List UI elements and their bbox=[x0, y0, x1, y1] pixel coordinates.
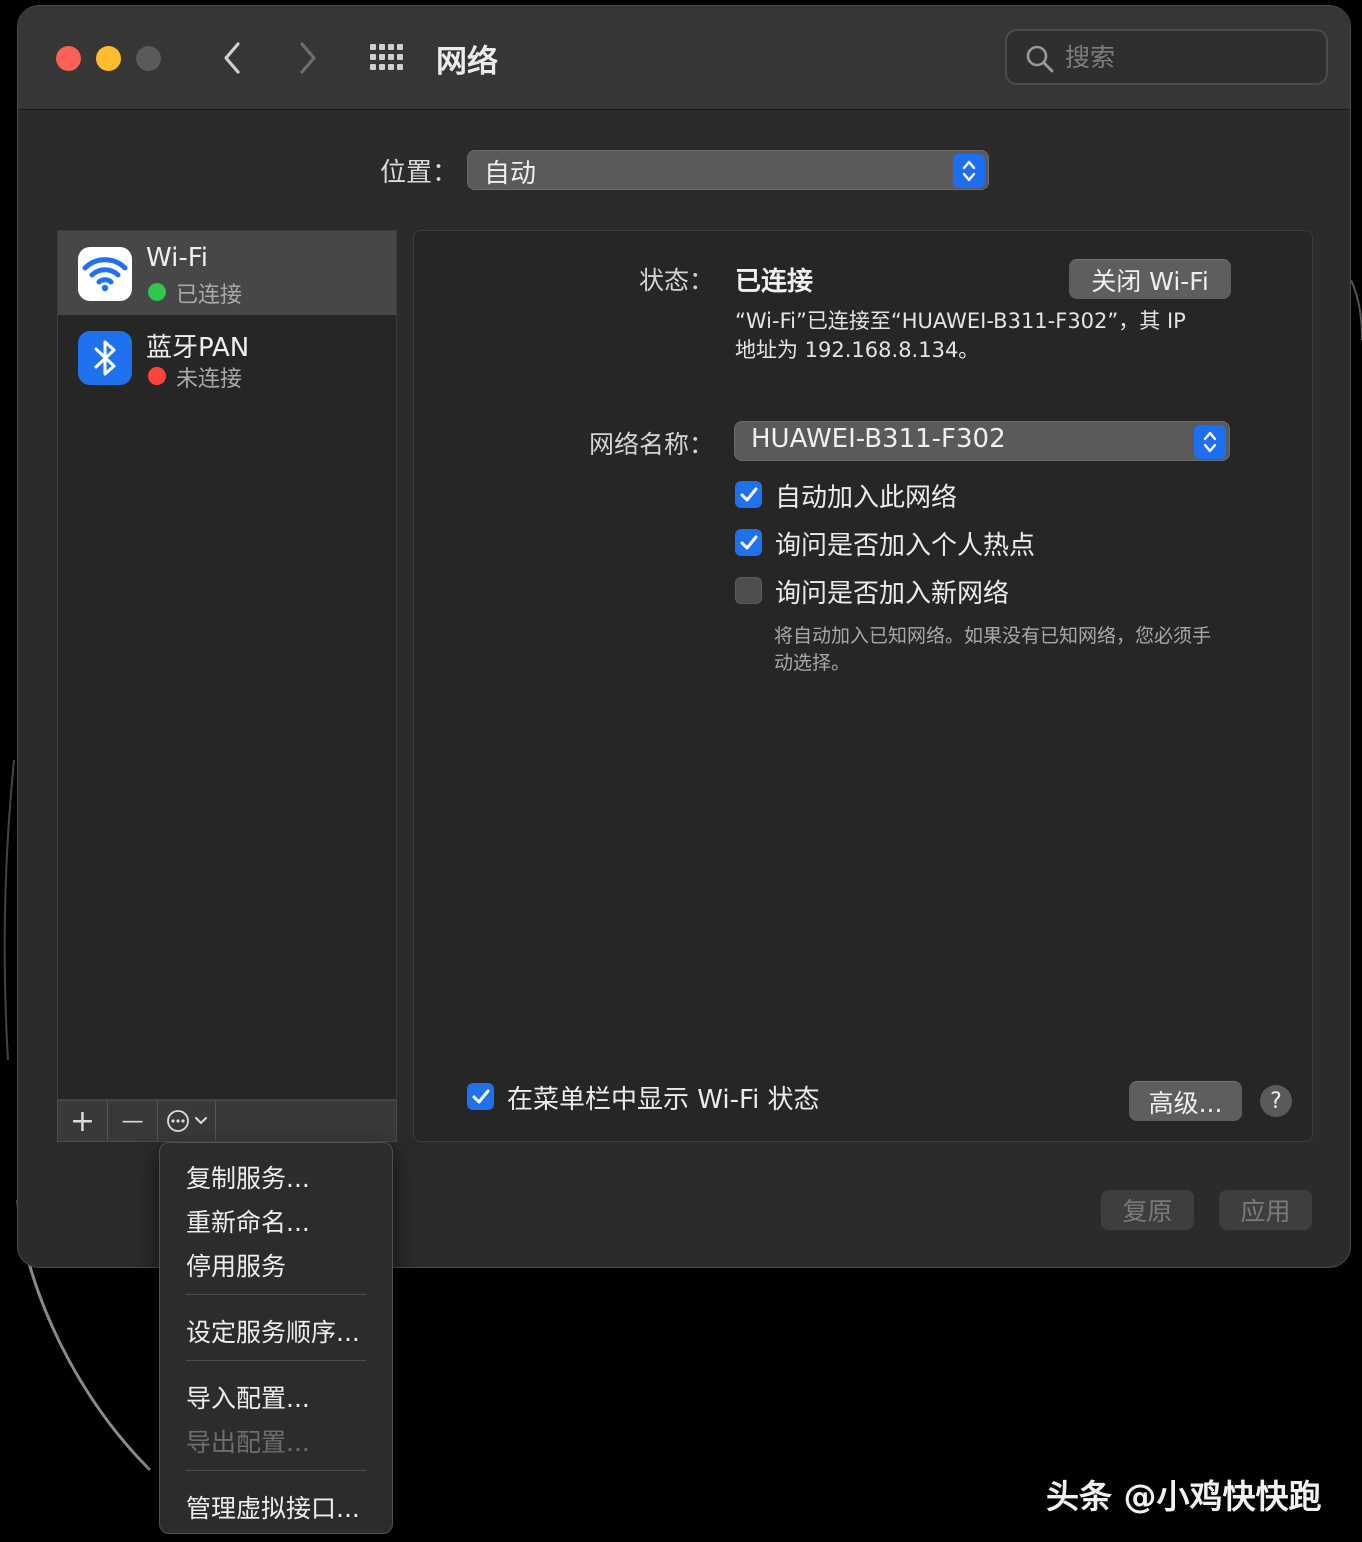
search-input[interactable] bbox=[1065, 39, 1315, 75]
status-label: 状态： bbox=[638, 266, 714, 295]
ellipsis-circle-icon bbox=[166, 1110, 189, 1132]
chevron-left-icon bbox=[224, 42, 240, 74]
remove-service-button[interactable]: — bbox=[108, 1101, 158, 1141]
service-status: 已连接 bbox=[176, 283, 243, 308]
status-dot-green bbox=[148, 283, 166, 301]
location-value: 自动 bbox=[484, 159, 537, 189]
chevron-right-icon bbox=[300, 42, 316, 74]
menu-separator bbox=[186, 1294, 366, 1295]
menu-item-manage-virtual-interfaces[interactable]: 管理虚拟接口... bbox=[186, 1489, 360, 1525]
wifi-icon bbox=[78, 247, 132, 301]
service-list-toolbar: + — bbox=[57, 1100, 397, 1142]
advanced-button[interactable]: 高级... bbox=[1129, 1081, 1242, 1121]
checkmark-icon bbox=[740, 487, 757, 501]
location-label: 位置： bbox=[380, 158, 459, 188]
status-dot-red bbox=[148, 367, 166, 385]
ask-new-network-checkbox[interactable] bbox=[735, 577, 762, 604]
apply-button[interactable]: 应用 bbox=[1219, 1190, 1312, 1230]
description-line: “Wi-Fi”已连接至“HUAWEI-B311-F302”，其 IP bbox=[735, 309, 1186, 333]
stepper-icon bbox=[953, 154, 985, 188]
menu-item-import-configurations[interactable]: 导入配置... bbox=[186, 1379, 310, 1415]
checkmark-icon bbox=[740, 535, 757, 549]
menu-separator bbox=[186, 1470, 366, 1471]
service-status: 未连接 bbox=[176, 367, 243, 392]
add-service-button[interactable]: + bbox=[58, 1101, 108, 1141]
menu-item-duplicate-service[interactable]: 复制服务... bbox=[186, 1159, 310, 1195]
service-item-wifi[interactable]: Wi-Fi 已连接 bbox=[58, 231, 396, 315]
show-all-button[interactable] bbox=[366, 40, 410, 76]
status-value: 已连接 bbox=[735, 267, 814, 297]
help-button[interactable]: ? bbox=[1260, 1085, 1292, 1117]
network-name-value: HUAWEI-B311-F302 bbox=[751, 424, 1006, 454]
forward-button[interactable] bbox=[288, 36, 328, 80]
menu-item-export-configurations: 导出配置... bbox=[186, 1428, 310, 1457]
status-description: “Wi-Fi”已连接至“HUAWEI-B311-F302”，其 IP 地址为 1… bbox=[735, 307, 1235, 365]
menu-item-disable-service[interactable]: 停用服务 bbox=[186, 1247, 286, 1283]
close-button[interactable] bbox=[56, 46, 81, 71]
ask-hotspot-checkbox[interactable] bbox=[735, 529, 762, 556]
hint-line: 动选择。 bbox=[774, 652, 851, 674]
service-name: 蓝牙PAN bbox=[146, 333, 250, 363]
ask-new-network-label: 询问是否加入新网络 bbox=[775, 579, 1010, 609]
service-name: Wi-Fi bbox=[146, 243, 209, 273]
hint-line: 将自动加入已知网络。如果没有已知网络，您必须手 bbox=[774, 625, 1212, 647]
auto-join-hint: 将自动加入已知网络。如果没有已知网络，您必须手 动选择。 bbox=[774, 623, 1254, 677]
action-menu: 复制服务... 重新命名... 停用服务 设定服务顺序... 导入配置... 导… bbox=[159, 1142, 393, 1534]
show-in-menubar-label: 在菜单栏中显示 Wi-Fi 状态 bbox=[507, 1085, 820, 1115]
minimize-button[interactable] bbox=[96, 46, 121, 71]
service-list: Wi-Fi 已连接 蓝牙PAN 未连接 bbox=[57, 230, 397, 1100]
menu-item-rename[interactable]: 重新命名... bbox=[186, 1203, 310, 1239]
watermark: 头条 @小鸡快快跑 bbox=[1046, 1477, 1322, 1516]
menu-item-set-service-order[interactable]: 设定服务顺序... bbox=[186, 1313, 360, 1349]
service-detail-panel: 状态： 已连接 关闭 Wi-Fi “Wi-Fi”已连接至“HUAWEI-B311… bbox=[413, 230, 1313, 1142]
network-name-select[interactable]: HUAWEI-B311-F302 bbox=[734, 421, 1230, 461]
grid-icon bbox=[370, 44, 403, 70]
window-title: 网络 bbox=[436, 44, 498, 80]
search-field[interactable] bbox=[1005, 29, 1328, 85]
ask-hotspot-label: 询问是否加入个人热点 bbox=[775, 531, 1036, 561]
bluetooth-icon bbox=[78, 331, 132, 385]
network-preferences-window: 网络 位置： 自动 Wi-Fi bbox=[17, 5, 1351, 1268]
action-menu-button[interactable] bbox=[158, 1101, 216, 1141]
back-button[interactable] bbox=[212, 36, 252, 80]
title-bar: 网络 bbox=[18, 6, 1350, 110]
auto-join-label: 自动加入此网络 bbox=[775, 483, 958, 513]
service-item-bluetooth-pan[interactable]: 蓝牙PAN 未连接 bbox=[58, 315, 396, 399]
location-select[interactable]: 自动 bbox=[467, 150, 989, 190]
auto-join-checkbox[interactable] bbox=[735, 481, 762, 508]
turn-off-wifi-button[interactable]: 关闭 Wi-Fi bbox=[1069, 259, 1231, 299]
menu-separator bbox=[186, 1360, 366, 1361]
zoom-button[interactable] bbox=[136, 46, 161, 71]
show-in-menubar-checkbox[interactable] bbox=[467, 1083, 494, 1110]
chevron-down-icon bbox=[194, 1117, 207, 1125]
revert-button[interactable]: 复原 bbox=[1101, 1190, 1194, 1230]
search-icon bbox=[1026, 45, 1054, 73]
description-line: 地址为 192.168.8.134。 bbox=[735, 338, 980, 362]
stepper-icon bbox=[1194, 425, 1226, 459]
checkmark-icon bbox=[472, 1089, 489, 1103]
network-name-label: 网络名称： bbox=[588, 430, 714, 459]
